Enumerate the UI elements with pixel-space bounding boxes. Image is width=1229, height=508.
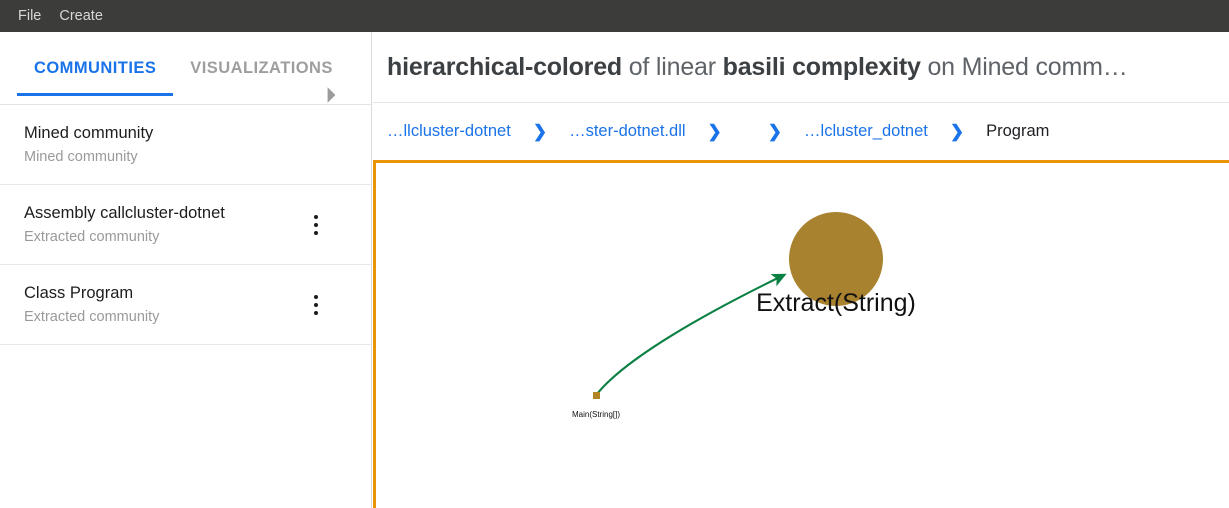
menu-bar: File Create <box>0 0 1229 32</box>
kebab-dot <box>314 222 318 227</box>
breadcrumb: …llcluster-dotnet ❯ …ster-dotnet.dll ❯ ❯… <box>373 103 1229 160</box>
breadcrumb-item-current: Program <box>986 122 1050 140</box>
tab-communities[interactable]: COMMUNITIES <box>17 32 174 105</box>
chevron-right-icon: ❯ <box>707 121 722 141</box>
page-title-connector-1: of linear <box>621 52 723 81</box>
graph-node-main-label: Main(String[]) <box>571 410 620 419</box>
graph-node-extract-label: Extract(String) <box>756 289 916 317</box>
breadcrumb-item-0[interactable]: …llcluster-dotnet <box>387 122 511 141</box>
page-header: hierarchical-colored of linear basili co… <box>373 32 1229 103</box>
graph-viewport[interactable]: Extract(String) Main(String[]) <box>373 160 1229 508</box>
list-item[interactable]: Mined community Mined community <box>0 105 371 185</box>
page-title: hierarchical-colored of linear basili co… <box>387 53 1128 82</box>
chevron-right-icon: ❯ <box>532 121 548 141</box>
chevron-right-icon: ❯ <box>949 121 965 141</box>
sidebar-tabbar: COMMUNITIES VISUALIZATIONS <box>0 32 371 105</box>
breadcrumb-item-1[interactable]: …ster-dotnet.dll <box>569 122 685 141</box>
tab-active-indicator <box>17 92 174 96</box>
community-title: Mined community <box>24 124 154 142</box>
community-list: Mined community Mined community Assembly… <box>0 105 371 345</box>
more-options-icon[interactable] <box>305 210 327 240</box>
kebab-dot <box>314 310 318 315</box>
community-title: Assembly callcluster-dotnet <box>24 204 225 222</box>
chevron-right-icon: ❯ <box>767 121 783 141</box>
tab-communities-label: COMMUNITIES <box>34 58 157 77</box>
graph-canvas[interactable] <box>376 163 1229 508</box>
page-title-metric: basili complexity <box>722 52 921 81</box>
app-root: File Create COMMUNITIES VISUALIZATIONS M… <box>0 0 1229 508</box>
community-subtitle: Mined community <box>24 149 138 165</box>
page-title-connector-2: on Mined comm… <box>920 52 1128 81</box>
breadcrumb-item-3[interactable]: …lcluster_dotnet <box>804 122 928 141</box>
list-item[interactable]: Class Program Extracted community <box>0 265 371 345</box>
community-subtitle: Extracted community <box>24 229 160 245</box>
kebab-dot <box>314 294 318 299</box>
main-panel: hierarchical-colored of linear basili co… <box>373 32 1229 508</box>
menu-item-create[interactable]: Create <box>50 0 112 32</box>
menu-item-file[interactable]: File <box>9 0 50 32</box>
page-title-visualization: hierarchical-colored <box>387 52 622 81</box>
kebab-dot <box>314 302 318 307</box>
community-subtitle: Extracted community <box>24 309 160 325</box>
more-options-icon[interactable] <box>305 290 327 320</box>
graph-node-main[interactable] <box>593 392 600 399</box>
kebab-dot <box>314 214 318 219</box>
community-title: Class Program <box>24 284 134 302</box>
sidebar: COMMUNITIES VISUALIZATIONS Mined communi… <box>0 32 372 508</box>
list-item[interactable]: Assembly callcluster-dotnet Extracted co… <box>0 185 371 265</box>
tab-visualizations-label: VISUALIZATIONS <box>190 58 333 77</box>
kebab-dot <box>314 230 318 235</box>
